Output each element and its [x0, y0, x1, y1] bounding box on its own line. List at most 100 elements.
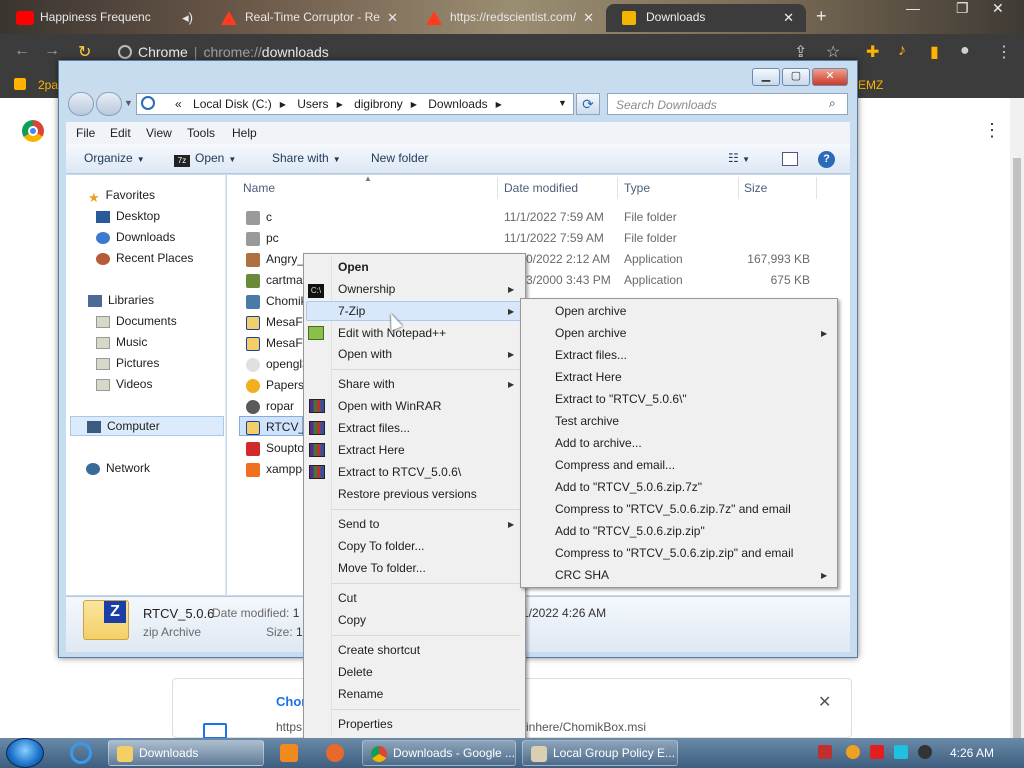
context-extract-to[interactable]: Extract to RTCV_5.0.6\ — [338, 465, 461, 479]
context-send-to[interactable]: Send to — [338, 517, 379, 531]
nav-pictures[interactable]: Pictures — [96, 356, 159, 370]
table-row[interactable]: MesaFo — [246, 336, 309, 351]
media-player-icon[interactable] — [280, 744, 298, 762]
table-row[interactable]: MesaFo — [246, 315, 309, 330]
start-button[interactable] — [6, 738, 44, 768]
share-with-button[interactable]: Share with ▼ — [272, 151, 341, 165]
tab-close-icon[interactable]: ✕ — [583, 10, 594, 26]
download-remove-icon[interactable]: ✕ — [818, 692, 831, 712]
context-share-with[interactable]: Share with — [338, 377, 395, 391]
download-url-prefix[interactable]: https — [276, 720, 302, 734]
chrome-tab-downloads[interactable]: Downloads ✕ — [606, 4, 806, 32]
nav-computer[interactable]: Computer — [70, 416, 224, 436]
forward-icon[interactable]: → — [44, 42, 60, 60]
nav-libraries[interactable]: Libraries — [88, 293, 154, 307]
breadcrumb-user[interactable]: digibrony — [354, 97, 403, 111]
context-open-with[interactable]: Open with — [338, 347, 392, 361]
nav-network[interactable]: Network — [86, 461, 150, 475]
column-type[interactable]: Type — [624, 181, 650, 195]
help-icon[interactable]: ? — [818, 151, 835, 168]
nav-videos[interactable]: Videos — [96, 377, 152, 391]
taskbar-clock[interactable]: 4:26 AM — [950, 746, 994, 760]
taskbar-chrome[interactable]: Downloads - Google ... — [362, 740, 516, 766]
tab-close-icon[interactable]: ✕ — [783, 10, 794, 26]
7zip-compress-zip-email[interactable]: Compress to "RTCV_5.0.6.zip.zip" and ema… — [555, 546, 793, 560]
new-tab-button[interactable]: + — [816, 6, 827, 27]
chrome-tab-2[interactable]: Real-Time Corruptor - Re ✕ — [205, 4, 410, 32]
table-row[interactable]: pc — [246, 231, 279, 246]
context-7zip[interactable]: 7-Zip — [338, 304, 365, 318]
column-divider[interactable] — [497, 177, 498, 199]
tab-mute-icon[interactable]: ◂) — [182, 10, 193, 26]
context-open-winrar[interactable]: Open with WinRAR — [338, 399, 441, 413]
nav-documents[interactable]: Documents — [96, 314, 177, 328]
table-row-selected[interactable]: RTCV_5 — [246, 420, 312, 435]
view-options-icon[interactable]: ☷ ▼ — [728, 151, 750, 165]
context-extract-files[interactable]: Extract files... — [338, 421, 410, 435]
taskbar-downloads-explorer[interactable]: Downloads — [108, 740, 264, 766]
sidepanel-icon[interactable]: ▮ — [930, 42, 939, 62]
context-rename[interactable]: Rename — [338, 687, 383, 701]
table-row[interactable]: ropar — [246, 399, 294, 414]
menu-edit[interactable]: Edit — [110, 126, 131, 140]
7zip-extract-here[interactable]: Extract Here — [555, 370, 622, 384]
table-row[interactable]: Souptoy — [246, 441, 310, 456]
downloads-menu-icon[interactable]: ⋮ — [983, 120, 1001, 141]
explorer-forward-button[interactable] — [96, 92, 122, 116]
download-url-suffix[interactable]: inhere/ChomikBox.msi — [526, 720, 646, 734]
search-icon[interactable]: ⌕ — [829, 96, 836, 111]
explorer-close-button[interactable]: ✕ — [812, 68, 848, 86]
nav-recent-places[interactable]: Recent Places — [96, 251, 193, 265]
table-row[interactable]: opengl3 — [246, 357, 309, 372]
7zip-extract-to[interactable]: Extract to "RTCV_5.0.6\" — [555, 392, 687, 406]
column-name[interactable]: Name — [243, 181, 275, 195]
7zip-add-7z[interactable]: Add to "RTCV_5.0.6.zip.7z" — [555, 480, 702, 494]
bookmark-right[interactable]: EMZ — [858, 78, 883, 92]
app-icon[interactable] — [326, 744, 344, 762]
menu-tools[interactable]: Tools — [187, 126, 215, 140]
chevron-right-icon[interactable]: ▶ — [411, 100, 417, 109]
ie-icon[interactable] — [70, 742, 92, 764]
new-folder-button[interactable]: New folder — [371, 151, 428, 165]
star-icon[interactable]: ☆ — [826, 42, 840, 62]
table-row[interactable]: xampp- — [246, 462, 306, 477]
menu-icon[interactable]: ⋮ — [996, 42, 1012, 62]
chevron-right-icon[interactable]: ▶ — [337, 100, 343, 109]
breadcrumb-downloads[interactable]: Downloads — [428, 97, 487, 111]
share-icon[interactable]: ⇪ — [794, 42, 807, 62]
7zip-add-zip[interactable]: Add to "RTCV_5.0.6.zip.zip" — [555, 524, 705, 538]
context-restore-versions[interactable]: Restore previous versions — [338, 487, 477, 501]
search-input[interactable]: Search Downloads — [607, 93, 848, 115]
sound-icon[interactable]: ♪ — [898, 42, 906, 60]
column-size[interactable]: Size — [744, 181, 767, 195]
tray-volume-icon[interactable] — [918, 745, 932, 759]
chevron-right-icon[interactable]: ▶ — [280, 100, 286, 109]
menu-view[interactable]: View — [146, 126, 172, 140]
7zip-test-archive[interactable]: Test archive — [555, 414, 619, 428]
context-open[interactable]: Open — [338, 260, 369, 274]
column-date[interactable]: Date modified — [504, 181, 578, 195]
7zip-crc-sha[interactable]: CRC SHA — [555, 568, 609, 582]
menu-file[interactable]: File — [76, 126, 95, 140]
context-copy[interactable]: Copy — [338, 613, 366, 627]
restore-icon[interactable]: ❐ — [956, 0, 969, 17]
table-row[interactable]: Chomik — [246, 294, 307, 309]
7zip-compress-email[interactable]: Compress and email... — [555, 458, 675, 472]
open-button[interactable]: 7z Open ▼ — [174, 151, 236, 167]
tray-icon[interactable] — [818, 745, 832, 759]
chrome-tab-3[interactable]: https://redscientist.com/ ✕ — [410, 4, 606, 32]
context-properties[interactable]: Properties — [338, 717, 393, 731]
page-scrollbar[interactable] — [1010, 98, 1024, 758]
chevron-right-icon[interactable]: ▶ — [496, 100, 502, 109]
chrome-tab-1[interactable]: Happiness Frequenc ◂) — [0, 4, 205, 32]
recent-pages-dropdown-icon[interactable]: ▼ — [124, 98, 133, 108]
extension-icon[interactable]: ✚ — [866, 42, 879, 62]
profile-icon[interactable]: ● — [960, 42, 970, 60]
column-divider[interactable] — [816, 177, 817, 199]
explorer-back-button[interactable] — [68, 92, 94, 116]
7zip-add-to-archive[interactable]: Add to archive... — [555, 436, 642, 450]
address-prefix[interactable]: « — [175, 97, 182, 111]
refresh-button[interactable]: ⟳ — [576, 93, 600, 115]
table-row[interactable]: Angry_ — [246, 252, 304, 267]
bookmark-left[interactable]: 2pa — [38, 78, 58, 92]
